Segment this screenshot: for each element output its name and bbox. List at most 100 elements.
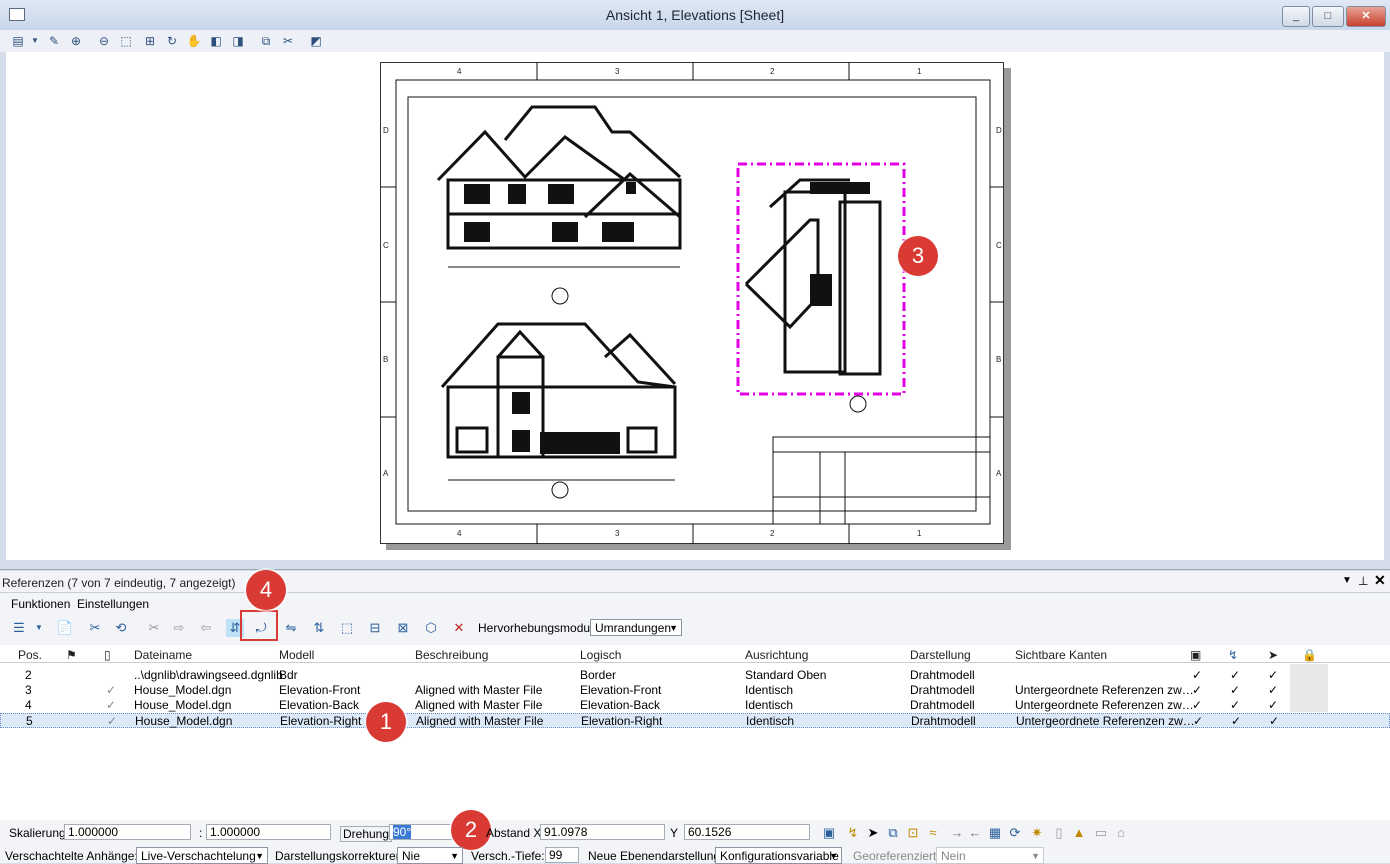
col-visible-edges[interactable]: Sichtbare Kanten [1015,648,1107,662]
col-orientation[interactable]: Ausrichtung [745,648,808,662]
rotate-view-icon[interactable]: ↻ [164,33,180,49]
display-checkbox[interactable]: ✓ [1192,683,1202,697]
table-row[interactable]: 4 ✓ House_Model.dgn Elevation-Back Align… [0,698,1390,713]
pan-view-icon[interactable]: ✋ [186,33,202,49]
minimize-button[interactable]: _ [1282,6,1310,27]
display-checkbox[interactable]: ✓ [1192,698,1202,712]
col-filename[interactable]: Dateiname [134,648,192,662]
view-next-icon[interactable]: ◨ [230,33,246,49]
true-scale-icon[interactable]: ⊡ [904,824,922,842]
table-row-selected[interactable]: 5 ✓ House_Model.dgn Elevation-Right Alig… [0,713,1390,728]
snap-checkbox[interactable]: ✓ [1230,683,1240,697]
scale-line-icon[interactable]: ≈ [924,824,942,842]
display-checkbox[interactable]: ✓ [1193,714,1203,728]
georeferenced-select[interactable]: Nein ▼ [936,847,1044,864]
snap-toggle-icon[interactable]: ↯ [844,824,862,842]
zoom-in-icon[interactable]: ⊕ [68,33,84,49]
flag-icon[interactable]: ⚑ [66,648,77,662]
sheet-row-c-right: C [996,241,1002,250]
snap-checkbox[interactable]: ✓ [1230,668,1240,682]
menu-settings[interactable]: Einstellungen [77,597,149,611]
col-pos[interactable]: Pos. [18,648,42,662]
3d-model-icon[interactable]: ⬡ [422,619,440,637]
col-logical[interactable]: Logisch [580,648,621,662]
nesting-depth-input[interactable]: 99 [545,847,579,863]
rotation-input[interactable]: 90° [389,824,453,840]
locate-col-icon[interactable]: ➤ [1268,648,1278,662]
comment-icon[interactable]: ▭ [1092,824,1110,842]
clip-boundary-icon[interactable]: ⬚ [338,619,356,637]
locate-checkbox[interactable]: ✓ [1268,683,1278,697]
exchange-icon[interactable]: ✂ [145,619,163,637]
snap-checkbox[interactable]: ✓ [1230,698,1240,712]
row-file: House_Model.dgn [134,683,232,697]
locate-toggle-icon[interactable]: ➤ [864,824,882,842]
pin-icon[interactable]: ⊥ [1358,574,1368,588]
unlock-icon[interactable]: ⌂ [1112,824,1130,842]
copy-reference-icon[interactable]: ⇦ [197,619,215,637]
locate-checkbox[interactable]: ✓ [1269,714,1279,728]
offset-x-input[interactable]: 91.0978 [540,824,665,840]
tools-list-icon[interactable]: ☰ [10,619,28,637]
mirror-vertical-icon[interactable]: ⇅ [310,619,328,637]
row-orientation: Standard Oben [745,668,827,682]
light-icon[interactable]: ✷ [1028,824,1046,842]
dropdown-icon[interactable]: ▼ [27,33,43,49]
sheet-col-3-bottom: 3 [615,529,620,538]
new-level-display-select[interactable]: Konfigurationsvariable ▼ [715,847,842,864]
scale-reference-input[interactable]: 1.000000 [206,824,331,840]
detach-reference-icon[interactable]: ✂ [86,619,104,637]
tools-dropdown-icon[interactable]: ▼ [30,619,48,637]
col-model[interactable]: Modell [279,648,314,662]
snap-col-icon[interactable]: ↯ [1228,648,1238,662]
display-corrections-select[interactable]: Nie ▼ [397,847,463,864]
display-checkbox[interactable]: ✓ [1192,668,1202,682]
menu-functions[interactable]: Funktionen [11,597,70,611]
view-previous-icon[interactable]: ◧ [208,33,224,49]
sheet-drawing[interactable] [380,62,1010,552]
nested-attachments-select[interactable]: Live-Verschachtelung ▼ [136,847,268,864]
move-reference-icon[interactable]: ⇨ [170,619,188,637]
lock-col-icon[interactable]: 🔒 [1302,648,1317,662]
locate-checkbox[interactable]: ✓ [1268,698,1278,712]
page-icon[interactable]: ▯ [1050,824,1068,842]
panel-close-icon[interactable]: ✕ [1374,572,1386,589]
highlight-mode-select[interactable]: Umrandungen ▼ [590,619,682,636]
clip-volume-icon[interactable]: ✂ [280,33,296,49]
fit-view-icon[interactable]: ⊞ [142,33,158,49]
col-description[interactable]: Beschreibung [415,648,488,662]
maximize-button[interactable]: □ [1312,6,1344,27]
arrow-left-icon[interactable]: ← [966,824,984,842]
reload-reference-icon[interactable]: ⟲ [112,619,130,637]
display-toggle-icon[interactable]: ▣ [820,824,838,842]
view-attributes-icon[interactable]: ▤ [10,33,26,49]
cycle-icon[interactable]: ⟳ [1006,824,1024,842]
clip-delete-icon[interactable]: ⊠ [394,619,412,637]
lock-toggle-icon[interactable]: ⧉ [884,824,902,842]
mirror-horizontal-icon[interactable]: ⇋ [282,619,300,637]
chevron-down-icon: ▼ [450,851,459,861]
snap-checkbox[interactable]: ✓ [1231,714,1241,728]
scale-master-input[interactable]: 1.000000 [64,824,191,840]
offset-y-input[interactable]: 60.1526 [684,824,810,840]
zoom-out-icon[interactable]: ⊖ [96,33,112,49]
close-button[interactable]: ✕ [1346,6,1386,27]
display-col-icon[interactable]: ▣ [1190,648,1201,662]
display-style-icon[interactable]: ◩ [308,33,324,49]
attach-reference-icon[interactable]: 📄 [56,619,74,637]
locate-checkbox[interactable]: ✓ [1268,668,1278,682]
update-view-icon[interactable]: ✎ [46,33,62,49]
clip-mask-icon[interactable]: ⊟ [366,619,384,637]
warning-icon[interactable]: ▲ [1070,824,1088,842]
table-row[interactable]: 3 ✓ House_Model.dgn Elevation-Front Alig… [0,683,1390,698]
file-icon[interactable]: ▯ [104,648,111,662]
col-display[interactable]: Darstellung [910,648,971,662]
arrow-right-icon[interactable]: → [948,824,966,842]
copy-view-icon[interactable]: ⧉ [258,33,274,49]
table-row[interactable]: 2 ..\dgnlib\drawingseed.dgnlib Bdr Borde… [0,668,1390,683]
window-area-icon[interactable]: ⬚ [118,33,134,49]
level-grid-icon[interactable]: ▦ [986,824,1004,842]
row-check: ✓ [107,714,118,728]
panel-menu-icon[interactable]: ▼ [1342,575,1352,586]
delete-clip-icon[interactable]: ✕ [450,619,468,637]
